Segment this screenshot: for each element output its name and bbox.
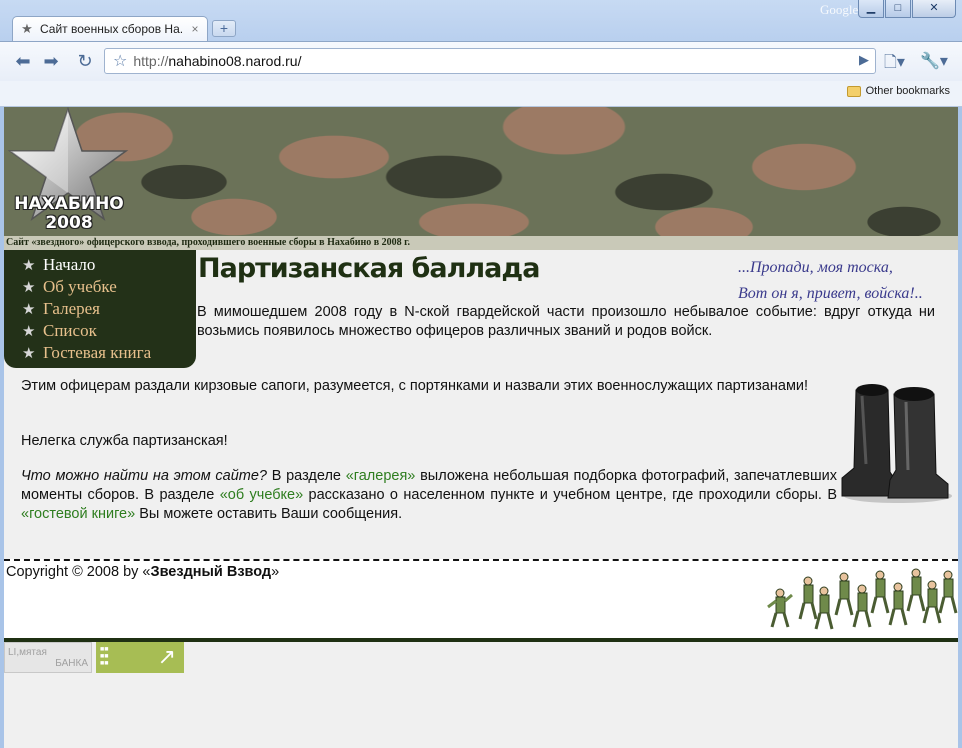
copyright-name: Звездный Взвод: [150, 564, 272, 580]
epigraph-line1: ...Пропади, моя тоска,: [738, 259, 893, 276]
maximize-button[interactable]: □: [885, 0, 911, 18]
menu-item-label: Об учебке: [43, 277, 117, 296]
site-question: Что можно найти на этом сайте?: [21, 468, 267, 484]
back-arrow-icon[interactable]: ⬅: [10, 49, 36, 73]
browser-chrome: ★ Сайт военных сборов На... × + Google ▁…: [0, 0, 962, 107]
new-tab-button[interactable]: +: [212, 20, 236, 37]
forward-arrow-icon[interactable]: ➡: [38, 49, 64, 73]
favicon-star-icon: ★: [21, 21, 33, 36]
camo-banner: НАХАБИНО 2008 Сайт «звездного» офицерско…: [4, 107, 958, 250]
menu-star-icon: ★: [22, 301, 36, 318]
address-bar[interactable]: ☆ http://nahabino08.narod.ru/ ▶: [104, 48, 876, 74]
logo-line2: 2008: [45, 213, 93, 233]
menu-item-guestbook[interactable]: ★ Гостевая книга: [22, 342, 196, 364]
counter-badge-2[interactable]: ■■ ■■ ■■ ↗: [96, 642, 184, 673]
title-bar: ★ Сайт военных сборов На... × + Google ▁…: [0, 0, 962, 41]
reload-icon[interactable]: ↻: [72, 49, 98, 73]
epigraph: ...Пропади, моя тоска, Вот он я, привет,…: [738, 255, 923, 307]
brand-label: Google: [820, 2, 859, 17]
menu-star-icon: ★: [22, 279, 36, 296]
link-gallery[interactable]: «галерея»: [346, 468, 416, 484]
link-training[interactable]: «об учебке»: [220, 487, 303, 503]
minimize-button[interactable]: ▁: [858, 0, 884, 18]
bookmarks-bar: Other bookmarks: [0, 81, 962, 107]
menu-star-icon: ★: [22, 323, 36, 340]
paragraph-site-info: Что можно найти на этом сайте? В разделе…: [21, 467, 837, 524]
other-bookmarks-label: Other bookmarks: [865, 85, 950, 97]
paragraph-boots: Этим офицерам раздали кирзовые сапоги, р…: [21, 378, 809, 394]
copyright-text: Copyright © 2008 by «Звездный Взвод»: [6, 564, 279, 580]
menu-item-list[interactable]: ★ Список: [22, 320, 196, 342]
page-title: Партизанская баллада: [198, 253, 540, 284]
site-tagline: Сайт «звездного» офицерского взвода, про…: [4, 236, 958, 250]
browser-toolbar: ⬅ ➡ ↻ ☆ http://nahabino08.narod.ru/ ▶ 🗋▾…: [0, 41, 962, 81]
folder-icon: [846, 85, 861, 97]
paragraph-service: Нелегка служба партизанская!: [21, 433, 228, 449]
boots-image: [841, 384, 952, 503]
arrow-up-right-icon: ↗: [157, 644, 176, 669]
menu-item-training[interactable]: ★ Об учебке: [22, 276, 196, 298]
logo-line1: НАХАБИНО: [14, 194, 124, 214]
tab-close-icon[interactable]: ×: [189, 22, 201, 36]
star-icon[interactable]: ☆: [113, 51, 127, 71]
counter-badge-1[interactable]: LI,мятая БАНКА: [4, 642, 92, 673]
url-text: http://nahabino08.narod.ru/: [133, 53, 302, 69]
copyright-prefix: Copyright © 2008 by «: [6, 564, 151, 580]
counter-dots-icon: ■■ ■■ ■■: [100, 646, 109, 667]
text-fragment: В разделе: [267, 468, 346, 484]
browser-tab[interactable]: ★ Сайт военных сборов На... ×: [12, 16, 208, 41]
tab-title: Сайт военных сборов На...: [40, 22, 184, 36]
logo-text: НАХАБИНО 2008: [6, 195, 132, 233]
menu-item-label: Галерея: [43, 299, 100, 318]
menu-star-icon: ★: [22, 345, 36, 362]
main-menu: ★ Начало ★ Об учебке ★ Галерея ★ Список …: [4, 250, 196, 368]
copyright-suffix: »: [271, 564, 280, 580]
menu-item-label: Список: [43, 321, 97, 340]
page-viewport: НАХАБИНО 2008 Сайт «звездного» офицерско…: [4, 107, 958, 748]
menu-item-home[interactable]: ★ Начало: [22, 254, 196, 276]
other-bookmarks[interactable]: Other bookmarks: [846, 85, 950, 97]
menu-item-gallery[interactable]: ★ Галерея: [22, 298, 196, 320]
close-window-button[interactable]: ✕: [912, 0, 956, 18]
paragraph-intro: В мимошедшем 2008 году в N-ской гвардейс…: [197, 304, 935, 339]
marching-soldiers-image: [767, 568, 958, 630]
counter1-line1: LI,мятая: [8, 647, 47, 658]
text-fragment: Вы можете оставить Ваши сообщения.: [135, 506, 403, 522]
wrench-icon[interactable]: 🔧▾: [920, 51, 948, 71]
menu-item-label: Гостевая книга: [43, 343, 152, 362]
link-guestbook[interactable]: «гостевой книге»: [21, 506, 135, 522]
menu-star-icon: ★: [22, 257, 36, 274]
window-controls: ▁ □ ✕: [858, 0, 956, 18]
menu-item-label: Начало: [43, 255, 96, 274]
text-fragment: рассказано о населенном пункте и учебном…: [303, 487, 837, 503]
go-icon[interactable]: ▶: [859, 52, 869, 68]
counter1-line2: БАНКА: [55, 658, 88, 669]
page-menu-icon[interactable]: 🗋▾: [884, 51, 905, 78]
